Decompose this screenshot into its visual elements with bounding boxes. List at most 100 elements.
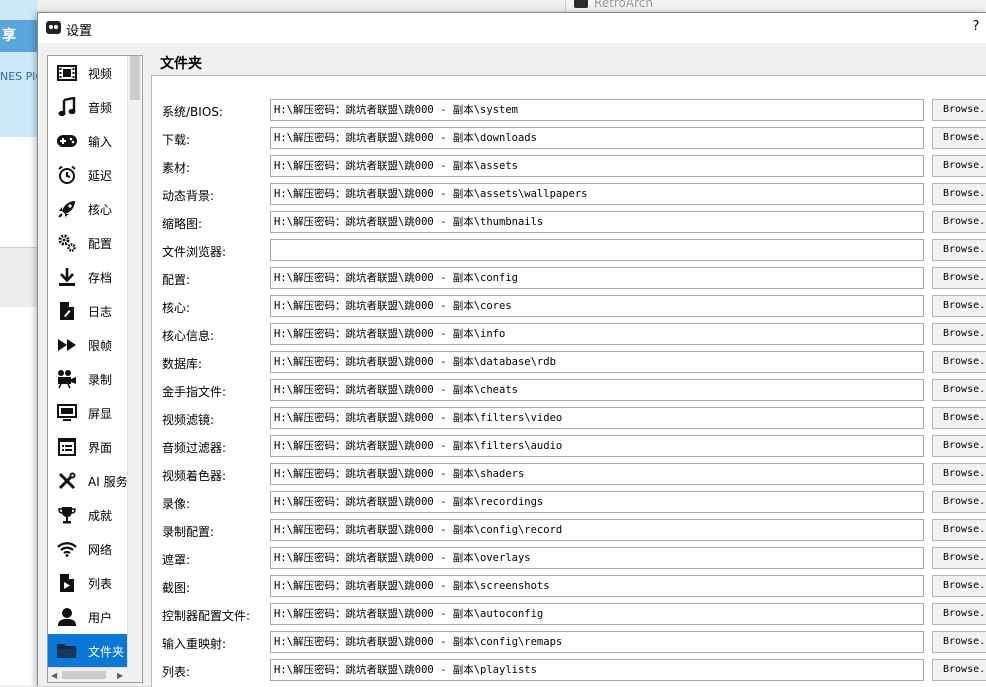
sidebar-item-5[interactable]: 配置 <box>48 226 128 260</box>
sidebar-vertical-scroll-thumb[interactable] <box>130 56 140 100</box>
scroll-left-arrow-icon[interactable]: ◀ <box>51 668 57 682</box>
directory-row: 音频过滤器: H:\解压密码：跳坑者联盟\跳000 - 副本\filters\au… <box>152 433 986 461</box>
directory-path-field[interactable]: H:\解压密码：跳坑者联盟\跳000 - 副本\cores <box>270 295 924 317</box>
directory-row: 视频着色器: H:\解压密码：跳坑者联盟\跳000 - 副本\shaders Bro… <box>152 461 986 489</box>
directory-label: 文件浏览器: <box>162 245 227 259</box>
directory-path-field[interactable]: H:\解压密码：跳坑者联盟\跳000 - 副本\filters\audio <box>270 435 924 457</box>
directory-path-field[interactable]: H:\解压密码：跳坑者联盟\跳000 - 副本\config\remaps <box>270 631 924 653</box>
sidebar-item-2[interactable]: 输入 <box>48 124 128 158</box>
directory-row: 核心: H:\解压密码：跳坑者联盟\跳000 - 副本\cores Browse..… <box>152 293 986 321</box>
browse-button[interactable]: Browse... <box>932 239 986 261</box>
directory-row: 文件浏览器: Browse... <box>152 237 986 265</box>
background-app-area-lower <box>0 307 37 685</box>
directory-row: 录制配置: H:\解压密码：跳坑者联盟\跳000 - 副本\config\reco… <box>152 517 986 545</box>
sidebar-horizontal-scrollbar[interactable]: ◀ ▶ <box>48 667 128 682</box>
browse-button[interactable]: Browse... <box>932 547 986 569</box>
browse-button[interactable]: Browse... <box>932 183 986 205</box>
background-app-subtitle: NES Plu <box>0 70 37 83</box>
sidebar-item-1[interactable]: 音频 <box>48 90 128 124</box>
directory-row: 列表: H:\解压密码：跳坑者联盟\跳000 - 副本\playlists Brow… <box>152 657 986 685</box>
browse-button[interactable]: Browse... <box>932 267 986 289</box>
sidebar-item-9[interactable]: 录制 <box>48 362 128 396</box>
directory-row: 截图: H:\解压密码：跳坑者联盟\跳000 - 副本\screenshots Br… <box>152 573 986 601</box>
directory-path-field[interactable] <box>270 239 924 261</box>
directory-path-field[interactable]: H:\解压密码：跳坑者联盟\跳000 - 副本\info <box>270 323 924 345</box>
list-window-icon <box>56 436 78 458</box>
settings-category-list: 视频音频 输入 延迟核心配置 存档 日志限帧录制 屏显 界面 AI 服务 成就网络列表用户文件夹… <box>47 55 143 683</box>
browse-button[interactable]: Browse... <box>932 155 986 177</box>
folder-icon <box>56 640 78 662</box>
alarm-clock-icon <box>56 164 78 186</box>
directory-path-field[interactable]: H:\解压密码：跳坑者联盟\跳000 - 副本\shaders <box>270 463 924 485</box>
browse-button[interactable]: Browse... <box>932 127 986 149</box>
browse-button[interactable]: Browse... <box>932 603 986 625</box>
browse-button[interactable]: Browse... <box>932 351 986 373</box>
browse-button[interactable]: Browse... <box>932 211 986 233</box>
fast-forward-icon <box>56 334 78 356</box>
background-app-title: 享 <box>0 20 37 52</box>
sidebar-item-14[interactable]: 网络 <box>48 532 128 566</box>
help-button[interactable]: ? <box>969 19 983 34</box>
browse-button[interactable]: Browse... <box>932 519 986 541</box>
sidebar-item-label: 核心 <box>88 202 113 217</box>
dialog-titlebar[interactable]: 设置 ? <box>38 13 986 43</box>
sidebar-item-label: 视频 <box>88 66 113 81</box>
browse-button[interactable]: Browse... <box>932 323 986 345</box>
directory-row: 系统/BIOS: H:\解压密码：跳坑者联盟\跳000 - 副本\system Br… <box>152 97 986 125</box>
sidebar-item-7[interactable]: 日志 <box>48 294 128 328</box>
sidebar-item-0[interactable]: 视频 <box>48 56 128 90</box>
sidebar-item-12[interactable]: AI 服务 <box>48 464 128 498</box>
browse-button[interactable]: Browse... <box>932 295 986 317</box>
sidebar-item-label: 用户 <box>88 610 113 625</box>
sidebar-item-8[interactable]: 限帧 <box>48 328 128 362</box>
sidebar-item-17[interactable]: 文件夹 <box>48 634 128 668</box>
retroarch-main-window-titlebar[interactable]: RetroArch <box>565 0 986 12</box>
sidebar-item-label: 文件夹 <box>88 644 125 659</box>
directory-path-field[interactable]: H:\解压密码：跳坑者联盟\跳000 - 副本\thumbnails <box>270 211 924 233</box>
background-app-bar <box>0 247 37 308</box>
directory-label: 视频滤镜: <box>162 413 215 427</box>
directory-row: 金手指文件: H:\解压密码：跳坑者联盟\跳000 - 副本\cheats Brow… <box>152 377 986 405</box>
directory-path-field[interactable]: H:\解压密码：跳坑者联盟\跳000 - 副本\cheats <box>270 379 924 401</box>
directory-path-field[interactable]: H:\解压密码：跳坑者联盟\跳000 - 副本\config\record <box>270 519 924 541</box>
directory-path-field[interactable]: H:\解压密码：跳坑者联盟\跳000 - 副本\filters\video <box>270 407 924 429</box>
scroll-right-arrow-icon[interactable]: ▶ <box>117 668 123 682</box>
directory-path-field[interactable]: H:\解压密码：跳坑者联盟\跳000 - 副本\database\rdb <box>270 351 924 373</box>
browse-button[interactable]: Browse... <box>932 407 986 429</box>
directory-path-field[interactable]: H:\解压密码：跳坑者联盟\跳000 - 副本\config <box>270 267 924 289</box>
sidebar-item-3[interactable]: 延迟 <box>48 158 128 192</box>
sidebar-item-15[interactable]: 列表 <box>48 566 128 600</box>
directory-path-field[interactable]: H:\解压密码：跳坑者联盟\跳000 - 副本\assets <box>270 155 924 177</box>
directory-label: 数据库: <box>162 357 203 371</box>
sidebar-item-label: 网络 <box>88 542 113 557</box>
sidebar-item-6[interactable]: 存档 <box>48 260 128 294</box>
sidebar-item-13[interactable]: 成就 <box>48 498 128 532</box>
movie-camera-icon <box>56 368 78 390</box>
browse-button[interactable]: Browse... <box>932 575 986 597</box>
browse-button[interactable]: Browse... <box>932 463 986 485</box>
directory-path-field[interactable]: H:\解压密码：跳坑者联盟\跳000 - 副本\autoconfig <box>270 603 924 625</box>
browse-button[interactable]: Browse... <box>932 659 986 681</box>
sidebar-vertical-scrollbar[interactable] <box>127 56 142 668</box>
directory-path-field[interactable]: H:\解压密码：跳坑者联盟\跳000 - 副本\overlays <box>270 547 924 569</box>
directory-path-field[interactable]: H:\解压密码：跳坑者联盟\跳000 - 副本\assets\wallpaper… <box>270 183 924 205</box>
sidebar-item-16[interactable]: 用户 <box>48 600 128 634</box>
browse-button[interactable]: Browse... <box>932 379 986 401</box>
sidebar-item-10[interactable]: 屏显 <box>48 396 128 430</box>
sidebar-horizontal-scroll-thumb[interactable] <box>62 671 106 679</box>
directory-row: 录像: H:\解压密码：跳坑者联盟\跳000 - 副本\recordings Bro… <box>152 489 986 517</box>
sidebar-item-4[interactable]: 核心 <box>48 192 128 226</box>
retroarch-title: RetroArch <box>594 0 653 10</box>
directory-path-field[interactable]: H:\解压密码：跳坑者联盟\跳000 - 副本\screenshots <box>270 575 924 597</box>
directory-path-field[interactable]: H:\解压密码：跳坑者联盟\跳000 - 副本\recordings <box>270 491 924 513</box>
browse-button[interactable]: Browse... <box>932 491 986 513</box>
sidebar-item-label: 限帧 <box>88 338 113 353</box>
directory-path-field[interactable]: H:\解压密码：跳坑者联盟\跳000 - 副本\downloads <box>270 127 924 149</box>
browse-button[interactable]: Browse... <box>932 99 986 121</box>
sidebar-item-11[interactable]: 界面 <box>48 430 128 464</box>
retroarch-icon <box>574 0 588 8</box>
directory-path-field[interactable]: H:\解压密码：跳坑者联盟\跳000 - 副本\system <box>270 99 924 121</box>
browse-button[interactable]: Browse... <box>932 631 986 653</box>
browse-button[interactable]: Browse... <box>932 435 986 457</box>
directory-path-field[interactable]: H:\解压密码：跳坑者联盟\跳000 - 副本\playlists <box>270 659 924 681</box>
